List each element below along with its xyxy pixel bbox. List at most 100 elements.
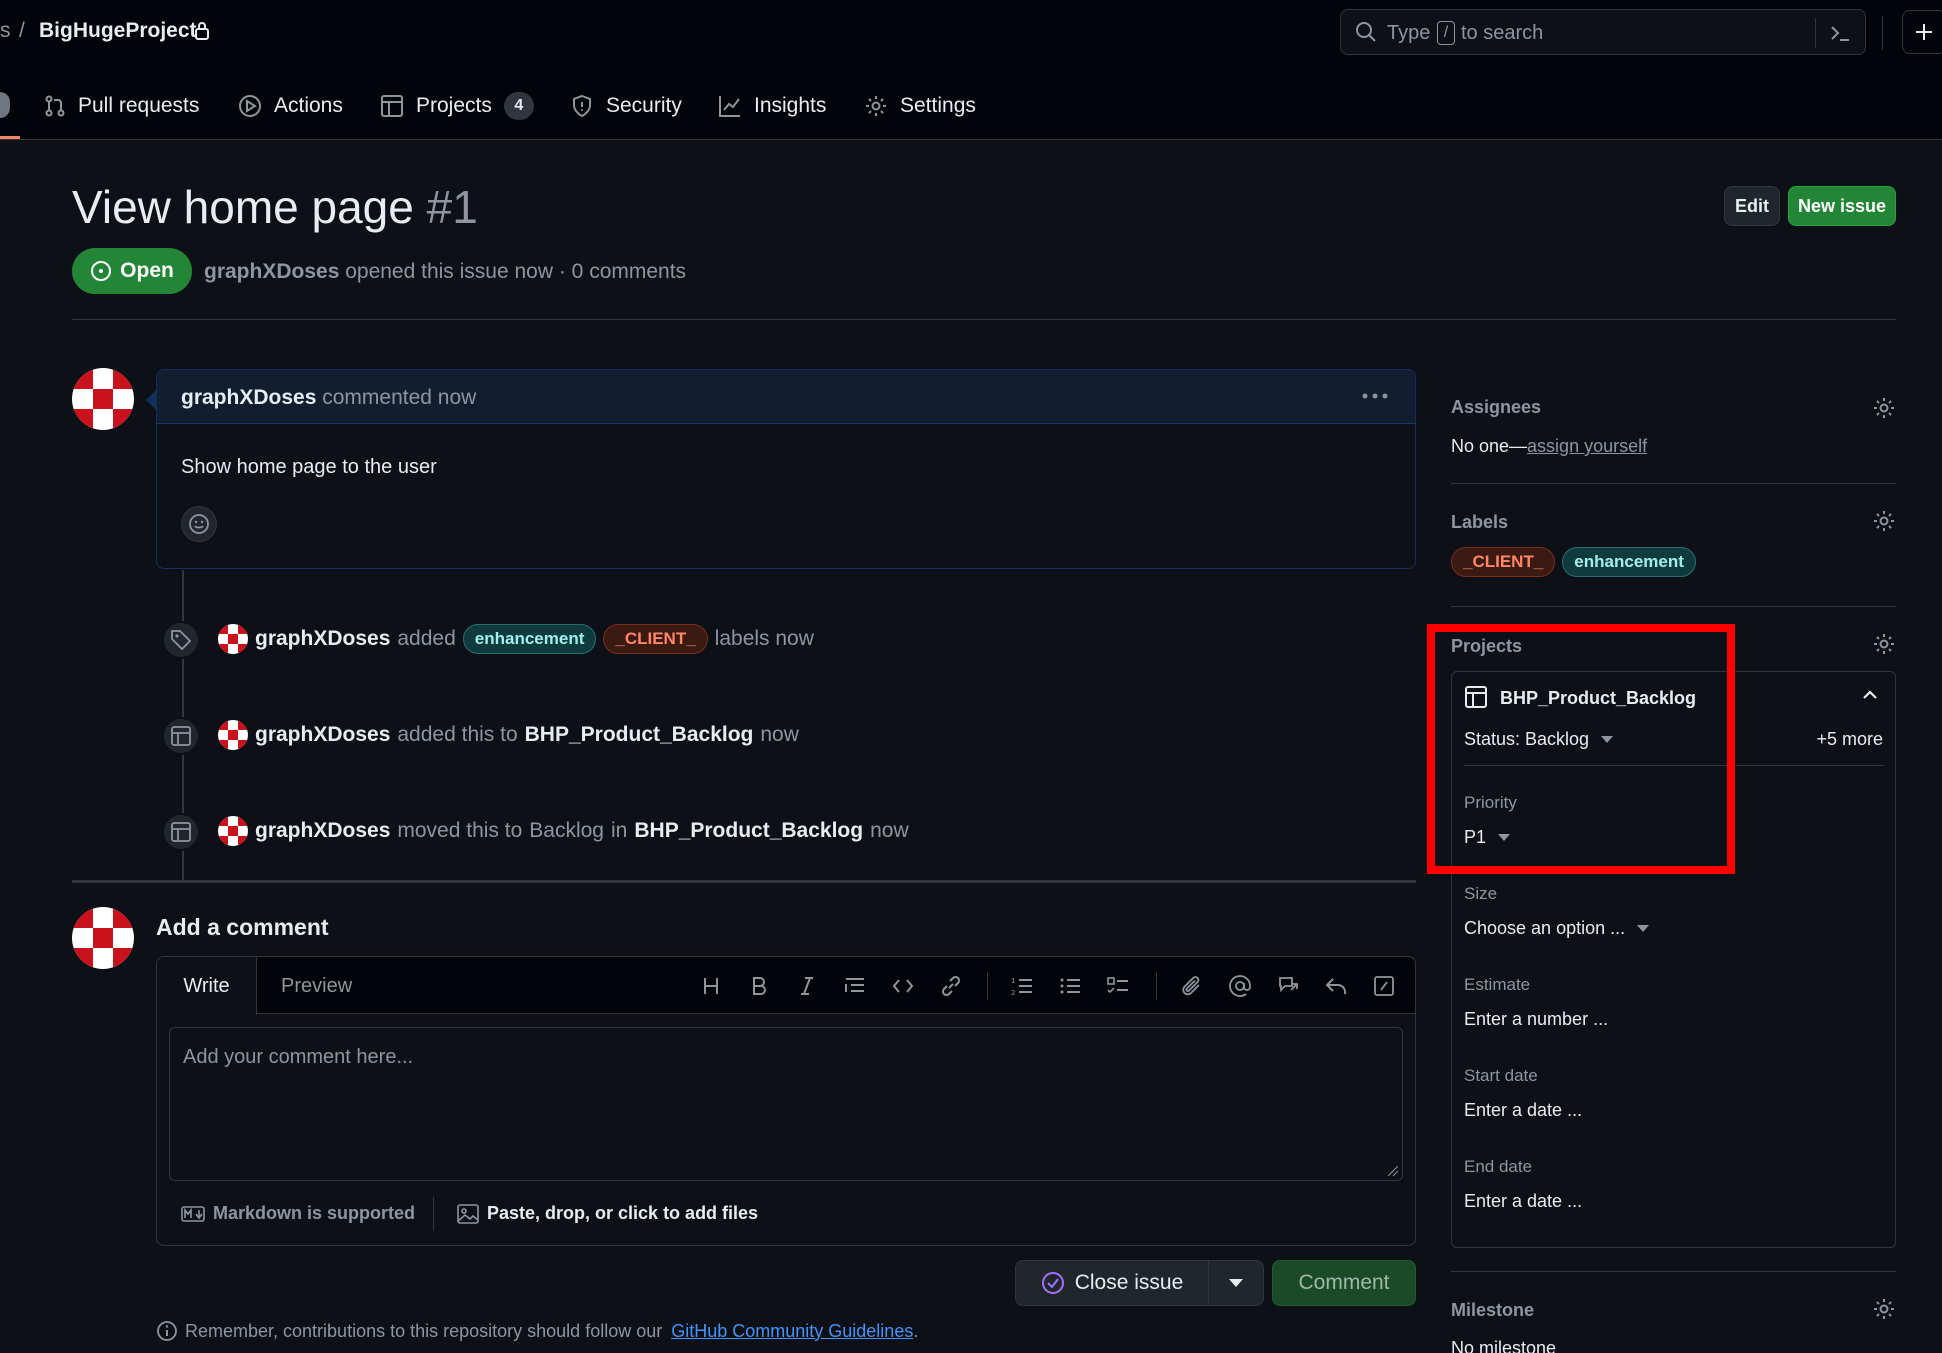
size-dropdown[interactable]: Choose an option ... [1464, 918, 1650, 939]
tab-settings[interactable]: Settings [864, 88, 976, 124]
slash-command-icon[interactable] [1368, 970, 1400, 1002]
play-circle-icon [238, 94, 262, 118]
issue-title-text: View home page [72, 181, 414, 233]
assignees-heading: Assignees [1451, 397, 1542, 417]
size-label: Size [1464, 884, 1498, 903]
cross-reference-icon[interactable] [1272, 970, 1304, 1002]
label-client[interactable]: _CLIENT_ [603, 624, 708, 654]
reply-icon[interactable] [1320, 970, 1352, 1002]
quote-icon[interactable] [839, 970, 871, 1002]
comment-action: commented now [322, 386, 477, 409]
status-badge: Open [72, 248, 192, 294]
comment-author-link[interactable]: graphXDoses [181, 386, 316, 409]
contribution-notice: Remember, contributions to this reposito… [156, 1320, 918, 1342]
sidebar-divider [1451, 606, 1896, 607]
nav-counter-fragment [0, 92, 10, 118]
avatar[interactable] [72, 907, 134, 969]
command-palette-icon[interactable] [1829, 22, 1851, 44]
label-enhancement[interactable]: enhancement [462, 624, 597, 654]
milestone-value: No milestone [1451, 1338, 1557, 1353]
gear-icon[interactable] [1872, 509, 1896, 533]
avatar[interactable] [218, 624, 248, 654]
kebab-menu-icon[interactable] [1361, 388, 1389, 404]
projects-count-badge: 4 [503, 92, 534, 120]
caret-down-icon [1637, 925, 1650, 932]
timeline-event-icon [162, 813, 200, 851]
smiley-icon [188, 513, 210, 535]
new-issue-button[interactable]: New issue [1788, 186, 1896, 226]
unordered-list-icon[interactable] [1054, 970, 1086, 1002]
task-list-icon[interactable] [1102, 970, 1134, 1002]
gear-icon[interactable] [1872, 632, 1896, 656]
timeline-actor-link[interactable]: graphXDoses [255, 819, 390, 843]
create-new-button[interactable] [1902, 10, 1942, 54]
timeline-action-suffix: now [760, 723, 799, 746]
top-bar: s / BigHugeProject Type / to search Pull… [0, 0, 1942, 140]
bold-icon[interactable] [743, 970, 775, 1002]
issue-open-icon [90, 260, 112, 282]
timeline-event-icon [162, 621, 200, 659]
repo-name-link[interactable]: BigHugeProject [39, 19, 197, 43]
tab-write[interactable]: Write [157, 957, 257, 1015]
markdown-note[interactable]: Markdown is supported [181, 1203, 415, 1224]
code-icon[interactable] [887, 970, 919, 1002]
link-icon[interactable] [935, 970, 967, 1002]
comment-button[interactable]: Comment [1272, 1260, 1416, 1306]
search-input[interactable]: Type / to search [1340, 9, 1866, 55]
timeline-action-suffix: labels now [714, 627, 814, 650]
assignees-none-text: No one— [1451, 436, 1528, 456]
resize-handle-icon[interactable] [1388, 1166, 1398, 1176]
tab-projects[interactable]: Projects 4 [380, 88, 534, 124]
ordered-list-icon[interactable]: 12 [1006, 970, 1038, 1002]
assignees-value: No one—assign yourself [1451, 436, 1647, 457]
start-date-input[interactable]: Enter a date ... [1464, 1100, 1582, 1121]
start-date-label: Start date [1464, 1066, 1538, 1085]
add-reaction-button[interactable] [181, 506, 217, 542]
estimate-input[interactable]: Enter a number ... [1464, 1009, 1608, 1030]
label-enhancement[interactable]: enhancement [1562, 547, 1696, 577]
lock-icon [194, 21, 210, 41]
end-date-label: End date [1464, 1157, 1533, 1176]
assign-yourself-link[interactable]: assign yourself [1527, 436, 1647, 456]
avatar[interactable] [72, 368, 134, 430]
breadcrumb-separator: / [19, 19, 25, 42]
check-circle-icon [1041, 1271, 1065, 1295]
tab-actions[interactable]: Actions [238, 88, 343, 124]
label-client[interactable]: _CLIENT_ [1451, 547, 1556, 577]
tab-security[interactable]: Security [570, 88, 682, 124]
mention-icon[interactable] [1224, 970, 1256, 1002]
more-fields-button[interactable]: +5 more [1816, 729, 1883, 750]
tab-insights[interactable]: Insights [718, 88, 826, 124]
community-guidelines-link[interactable]: GitHub Community Guidelines [671, 1321, 913, 1342]
avatar[interactable] [218, 720, 248, 750]
timeline-event-labeled: graphXDoses added enhancement _CLIENT_ l… [218, 624, 814, 654]
breadcrumb-owner[interactable]: s [0, 19, 11, 43]
caret-down-icon [1229, 1279, 1243, 1287]
timeline-event-added-project: graphXDoses added this to BHP_Product_Ba… [218, 720, 799, 750]
tab-preview[interactable]: Preview [281, 975, 352, 998]
close-issue-button[interactable]: Close issue [1015, 1260, 1209, 1306]
heading-icon[interactable] [695, 970, 727, 1002]
issue-author-link[interactable]: graphXDoses [204, 260, 339, 283]
timeline-actor-link[interactable]: graphXDoses [255, 627, 390, 651]
avatar[interactable] [218, 816, 248, 846]
gear-icon[interactable] [1872, 1297, 1896, 1321]
timeline-project-link[interactable]: BHP_Product_Backlog [525, 723, 754, 747]
italic-icon[interactable] [791, 970, 823, 1002]
timeline-project-link[interactable]: BHP_Product_Backlog [634, 819, 863, 843]
attach-files-button[interactable]: Paste, drop, or click to add files [457, 1203, 758, 1224]
edit-title-button[interactable]: Edit [1724, 186, 1780, 226]
chevron-up-icon[interactable] [1862, 690, 1878, 700]
timeline-action-mid: in [611, 819, 628, 842]
tab-pull-requests[interactable]: Pull requests [44, 88, 199, 124]
comment-textarea[interactable]: Add your comment here... [169, 1027, 1403, 1181]
comment-textarea-placeholder: Add your comment here... [183, 1046, 414, 1068]
timeline-actor-link[interactable]: graphXDoses [255, 723, 390, 747]
close-issue-options-button[interactable] [1208, 1260, 1264, 1306]
attach-files-text: Paste, drop, or click to add files [487, 1203, 759, 1223]
gear-icon[interactable] [1872, 396, 1896, 420]
tab-settings-label: Settings [900, 94, 976, 117]
end-date-input[interactable]: Enter a date ... [1464, 1191, 1582, 1212]
gear-icon [864, 94, 888, 118]
paperclip-icon[interactable] [1176, 970, 1208, 1002]
